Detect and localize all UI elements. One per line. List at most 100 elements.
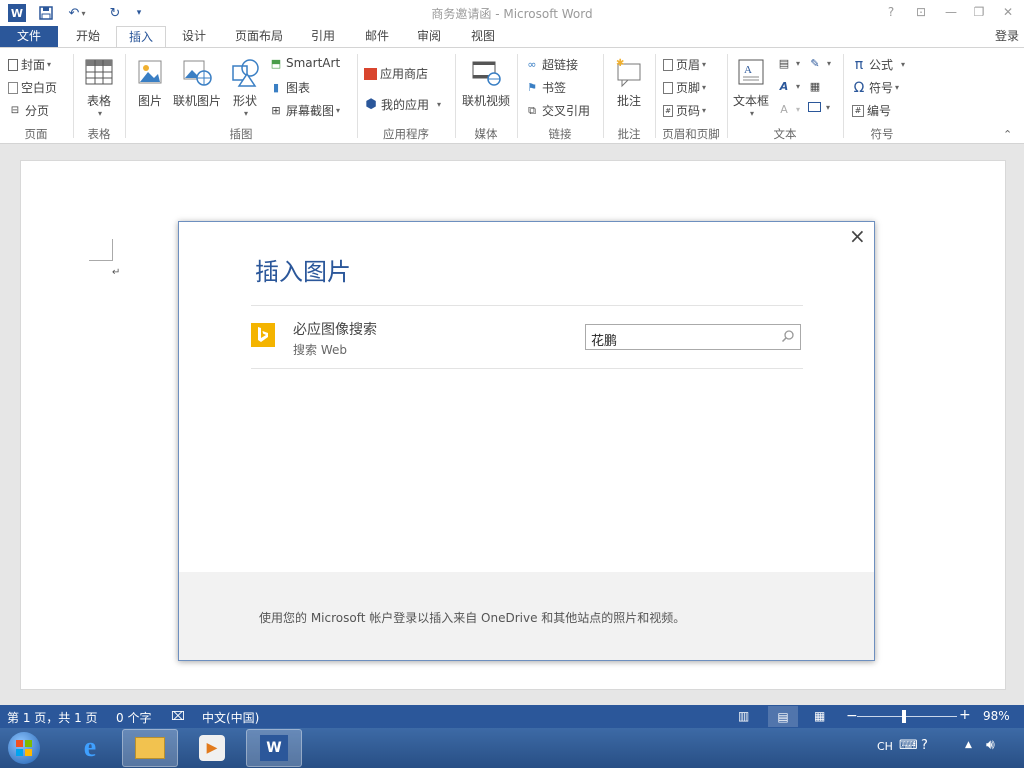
- cover-page-button[interactable]: 封面 ▾: [8, 56, 51, 73]
- wordart-icon[interactable]: A ▾: [777, 79, 800, 93]
- group-label-tables: 表格: [87, 127, 111, 141]
- ribbon-display-icon[interactable]: ⊡: [910, 2, 932, 22]
- comment-button[interactable]: ✱ 批注: [610, 56, 648, 109]
- dialog-close-icon[interactable]: ×: [849, 224, 866, 248]
- bookmark-button[interactable]: ⚑ 书签: [525, 79, 566, 96]
- header-icon: [663, 58, 673, 71]
- online-picture-button[interactable]: 联机图片: [171, 56, 223, 109]
- hyperlink-button[interactable]: ∞ 超链接: [525, 56, 578, 73]
- help-button[interactable]: ?: [880, 2, 902, 22]
- tab-insert[interactable]: 插入: [116, 26, 166, 48]
- tab-mailings[interactable]: 邮件: [354, 26, 400, 48]
- group-label-text: 文本: [773, 127, 797, 141]
- paragraph-mark-icon: ↵: [112, 267, 121, 278]
- ribbon: 封面 ▾ 空白页 ⊟ 分页 页面 表格 ▾ 表格 图片 联机图片 形状 ▾ ⬒ Smart…: [0, 47, 1024, 144]
- proofing-icon[interactable]: ⌧: [171, 709, 185, 723]
- group-label-header-footer: 页眉和页脚: [662, 127, 720, 141]
- signature-line-icon[interactable]: ✎ ▾: [808, 56, 831, 70]
- group-label-symbols: 符号: [870, 127, 894, 141]
- shapes-button[interactable]: 形状 ▾: [226, 56, 264, 118]
- screenshot-button[interactable]: ⊞ 屏幕截图 ▾: [269, 102, 340, 119]
- bing-search-input-box[interactable]: 花鹏: [585, 324, 801, 350]
- my-apps-button[interactable]: ⬢ 我的应用 ▾: [364, 96, 441, 113]
- page-count[interactable]: 第 1 页，共 1 页: [7, 709, 98, 726]
- close-window-icon[interactable]: ✕: [997, 2, 1019, 22]
- shapes-icon: [229, 56, 261, 88]
- smartart-button[interactable]: ⬒ SmartArt: [269, 56, 340, 70]
- tab-review[interactable]: 审阅: [406, 26, 452, 48]
- date-time-icon[interactable]: ▦: [808, 79, 825, 93]
- chart-button[interactable]: ▮ 图表: [269, 79, 310, 96]
- online-picture-icon: [181, 56, 213, 88]
- comment-icon: ✱: [613, 56, 645, 88]
- read-mode-icon[interactable]: ▥: [738, 709, 749, 723]
- collapse-ribbon-icon[interactable]: ⌃: [1003, 128, 1012, 141]
- volume-icon[interactable]: 🔊︎: [986, 737, 995, 753]
- dialog-footer: 使用您的 Microsoft 帐户登录以插入来自 OneDrive 和其他站点的…: [179, 572, 874, 660]
- tray-expand-icon[interactable]: ▲: [965, 740, 972, 750]
- help-circle-icon[interactable]: ?: [921, 738, 928, 753]
- bookmark-icon: ⚑: [527, 81, 537, 94]
- keyboard-icon[interactable]: ⌨: [899, 738, 918, 753]
- group-label-pages: 页面: [24, 127, 48, 141]
- tab-view[interactable]: 视图: [460, 26, 506, 48]
- ime-indicator[interactable]: CH: [877, 740, 893, 753]
- blank-page-button[interactable]: 空白页: [8, 79, 57, 96]
- chart-icon: ▮: [272, 81, 280, 94]
- signin-link[interactable]: 登录: [990, 26, 1024, 48]
- page-number-icon: #: [663, 104, 673, 117]
- tab-file[interactable]: 文件: [0, 26, 58, 48]
- status-bar: 第 1 页，共 1 页 0 个字 ⌧ 中文(中国) ▥ ▤ ▦ − + 98%: [0, 705, 1024, 728]
- bing-search-input[interactable]: 花鹏: [591, 330, 617, 349]
- tab-references[interactable]: 引用: [300, 26, 346, 48]
- object-icon[interactable]: ▾: [808, 102, 830, 112]
- equation-button[interactable]: π 公式 ▾: [852, 56, 905, 73]
- group-label-links: 链接: [548, 127, 572, 141]
- textbox-icon: A: [735, 56, 767, 88]
- svg-text:A: A: [744, 64, 752, 76]
- group-label-comments: 批注: [617, 127, 641, 141]
- group-label-illustrations: 插图: [229, 127, 253, 141]
- tab-design[interactable]: 设计: [170, 26, 218, 48]
- bing-search-subtitle: 搜索 Web: [293, 343, 347, 357]
- web-layout-icon[interactable]: ▦: [814, 709, 825, 723]
- print-layout-icon[interactable]: ▤: [768, 706, 798, 727]
- group-label-media: 媒体: [474, 127, 498, 141]
- zoom-out-button[interactable]: −: [846, 708, 858, 724]
- textbox-button[interactable]: A 文本框 ▾: [731, 56, 771, 118]
- onedrive-signin-text[interactable]: 使用您的 Microsoft 帐户登录以插入来自 OneDrive 和其他站点的…: [259, 609, 685, 626]
- number-icon: #: [852, 104, 864, 117]
- explorer-icon[interactable]: [122, 729, 178, 767]
- language-indicator[interactable]: 中文(中国): [202, 709, 259, 726]
- zoom-slider-thumb[interactable]: [902, 710, 906, 723]
- zoom-level[interactable]: 98%: [983, 709, 1010, 723]
- header-button[interactable]: 页眉 ▾: [663, 56, 706, 73]
- cross-reference-button[interactable]: ⧉ 交叉引用: [525, 102, 590, 119]
- number-button[interactable]: # 编号: [852, 102, 891, 119]
- start-button[interactable]: [4, 729, 44, 767]
- page-break-button[interactable]: ⊟ 分页: [8, 102, 49, 119]
- table-button[interactable]: 表格 ▾: [80, 56, 118, 118]
- drop-cap-icon[interactable]: A ▾: [777, 102, 800, 116]
- restore-icon[interactable]: ❐: [968, 2, 990, 22]
- omega-icon: Ω: [853, 79, 865, 96]
- tab-home[interactable]: 开始: [62, 26, 114, 48]
- search-icon[interactable]: [781, 329, 795, 346]
- store-button[interactable]: 应用商店: [364, 65, 428, 82]
- tab-page-layout[interactable]: 页面布局: [224, 26, 294, 48]
- quick-parts-icon[interactable]: ▤ ▾: [777, 56, 800, 70]
- word-taskbar-icon[interactable]: W: [246, 729, 302, 767]
- footer-button[interactable]: 页脚 ▾: [663, 79, 706, 96]
- picture-button[interactable]: 图片: [131, 56, 169, 109]
- media-player-icon[interactable]: ▶: [184, 729, 240, 767]
- pi-icon: π: [854, 56, 864, 73]
- zoom-in-button[interactable]: +: [959, 707, 971, 723]
- minimize-icon[interactable]: —: [940, 2, 962, 22]
- ie-icon[interactable]: e: [62, 729, 118, 767]
- zoom-slider[interactable]: [857, 716, 957, 717]
- online-video-button[interactable]: 联机视频: [460, 56, 512, 109]
- page-number-button[interactable]: # 页码 ▾: [663, 102, 706, 119]
- word-count[interactable]: 0 个字: [116, 709, 151, 726]
- table-icon: [83, 56, 115, 88]
- symbol-button[interactable]: Ω 符号 ▾: [852, 79, 899, 96]
